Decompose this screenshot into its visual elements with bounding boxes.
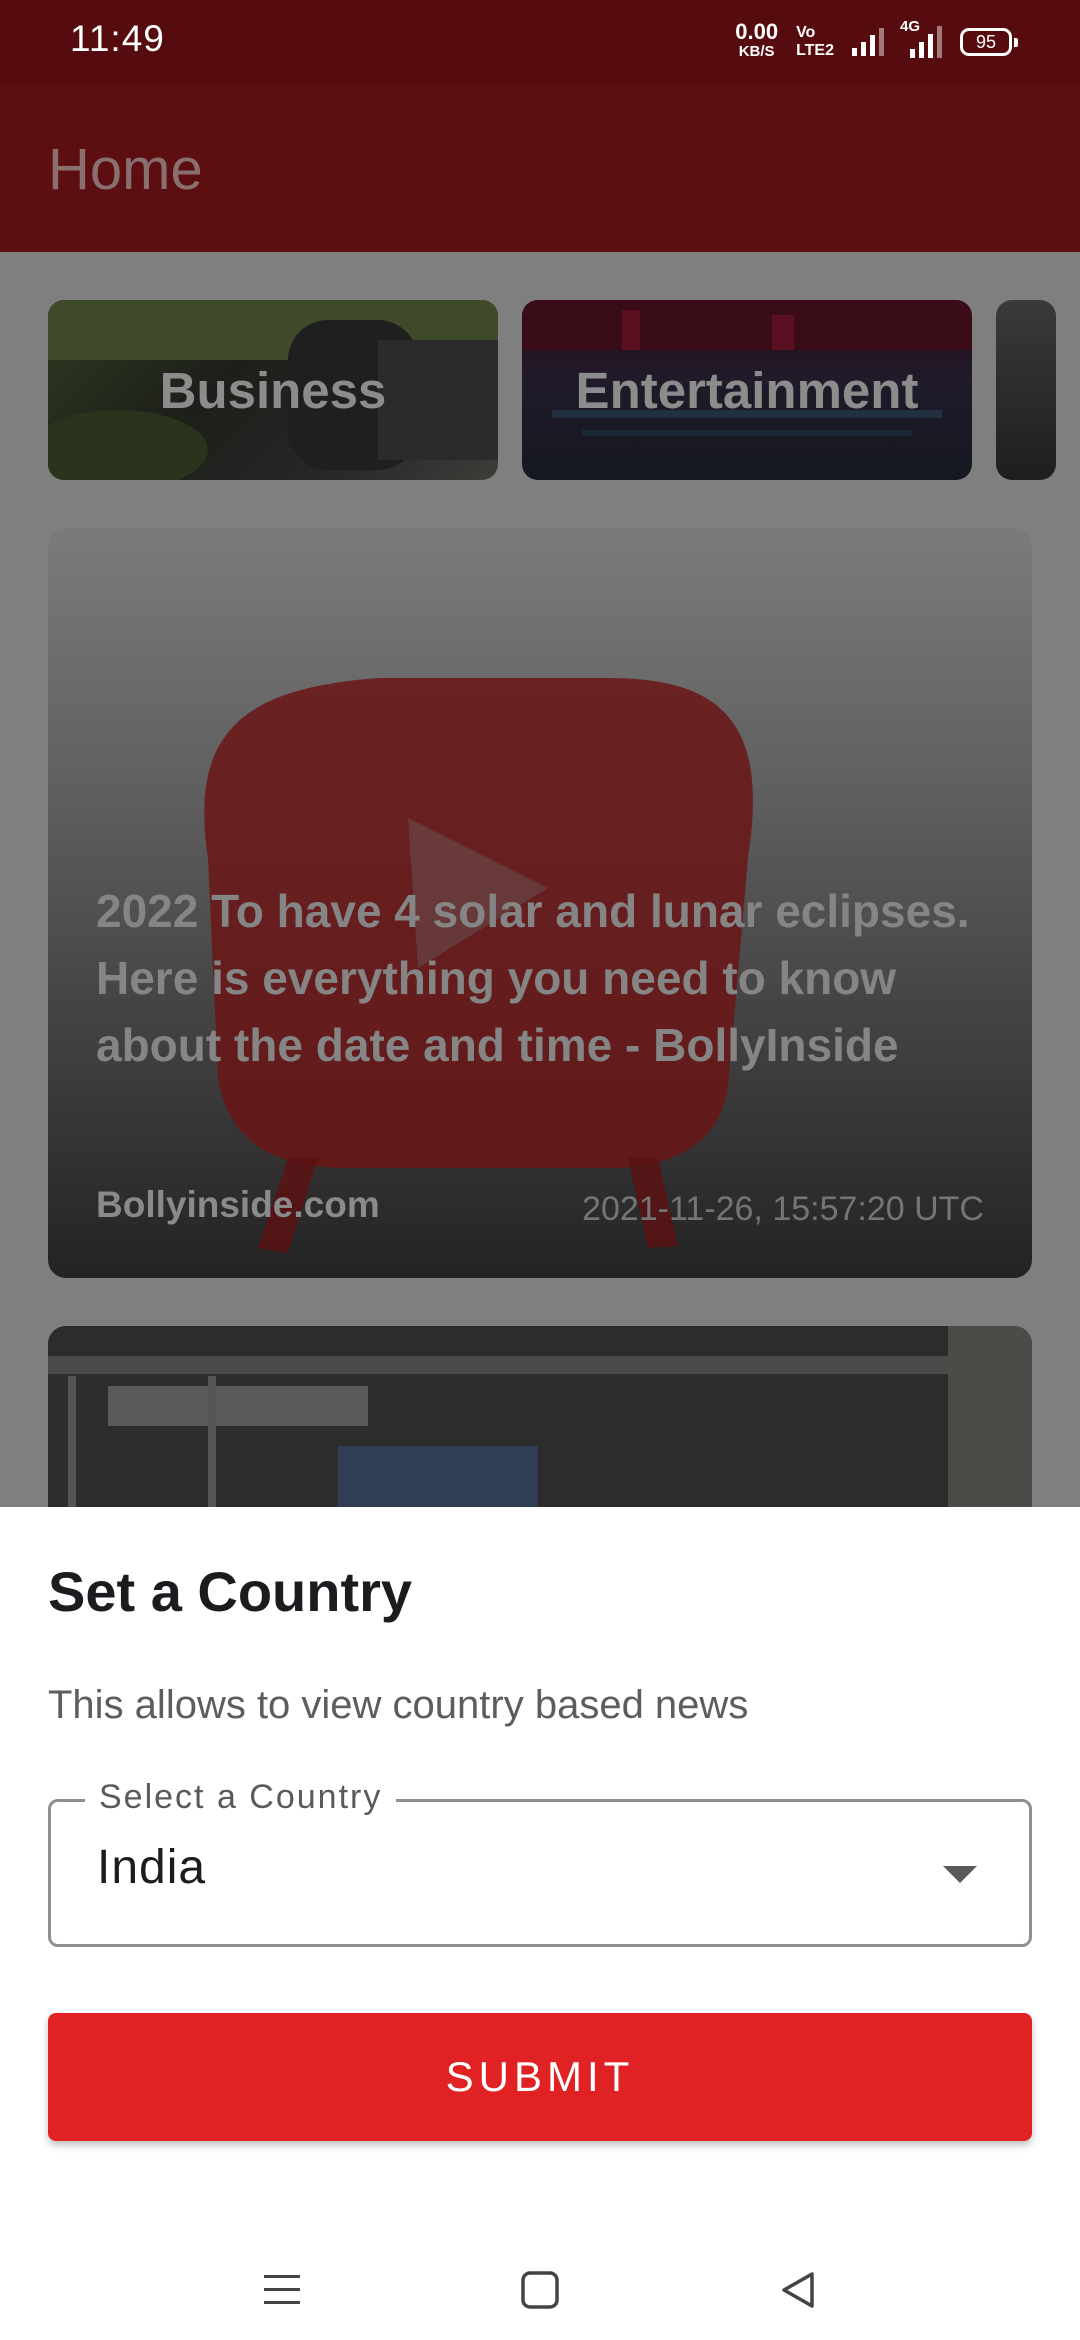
submit-button[interactable]: SUBMIT (48, 2013, 1032, 2141)
signal-sim1-icon (852, 28, 884, 56)
app-bar: Home (0, 84, 1080, 252)
article-title: 2022 To have 4 solar and lunar eclipses.… (96, 885, 970, 1071)
volte-icon: Vo LTE2 (796, 24, 834, 60)
country-bottom-sheet: Set a Country This allows to view countr… (0, 1507, 1080, 2340)
status-time: 11:49 (70, 18, 165, 59)
network-speed: 0.00 KB/S (735, 19, 779, 62)
article-date: 2021-11-26, 15:57:20 UTC (582, 1190, 984, 1228)
dropdown-arrow-icon[interactable] (943, 1866, 977, 1883)
home-square-icon[interactable] (512, 2262, 568, 2318)
home-feed: Business Entertainment 2022 To have 4 so… (0, 252, 1080, 1507)
status-bar: 11:49 0.00 KB/S Vo LTE2 4G 95 (0, 0, 1080, 84)
battery-level: 95 (975, 31, 997, 52)
country-dropdown-label: Select a Country (85, 1778, 397, 1817)
volte-line1: Vo (796, 24, 816, 41)
page-title: Home (48, 137, 203, 202)
category-card-entertainment[interactable]: Entertainment (522, 300, 972, 480)
category-label: Business (159, 361, 387, 419)
system-nav-bar (0, 2240, 1080, 2340)
sheet-subtitle: This allows to view country based news (48, 1683, 749, 1727)
signal-sim2-icon: 4G (900, 18, 942, 58)
category-card-business[interactable]: Business (48, 300, 498, 480)
back-triangle-icon[interactable] (770, 2262, 826, 2318)
country-dropdown[interactable]: Select a Country India (48, 1778, 1032, 1947)
network-speed-unit: KB/S (738, 43, 775, 60)
category-card-partial[interactable] (996, 300, 1056, 480)
featured-article-card[interactable]: 2022 To have 4 solar and lunar eclipses.… (48, 528, 1032, 1278)
sheet-title: Set a Country (48, 1560, 413, 1623)
article-card-2[interactable] (48, 1326, 1032, 1507)
article-photo (48, 1326, 1032, 1507)
menu-icon[interactable] (254, 2262, 310, 2318)
category-label: Entertainment (575, 361, 919, 419)
category-row: Business Entertainment (48, 300, 1080, 480)
article-source: Bollyinside.com (96, 1184, 380, 1225)
country-dropdown-value: India (97, 1841, 207, 1894)
volte-line2: LTE2 (796, 42, 834, 59)
network-type: 4G (900, 18, 921, 35)
status-icons: 0.00 KB/S Vo LTE2 4G 95 (735, 18, 1018, 64)
network-speed-value: 0.00 (735, 19, 779, 44)
battery-icon: 95 (960, 28, 1018, 56)
